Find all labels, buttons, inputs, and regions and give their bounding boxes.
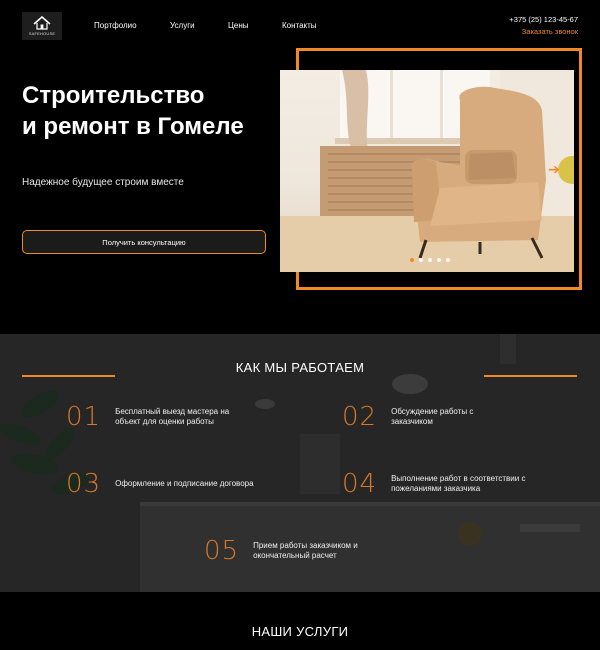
slider-dot[interactable] — [446, 258, 450, 262]
step-item: 05 Прием работы заказчиком и окончательн… — [204, 538, 404, 564]
slider-dot[interactable] — [410, 258, 414, 262]
phone-number[interactable]: +375 (25) 123-45-67 — [509, 15, 578, 24]
services-title: НАШИ УСЛУГИ — [251, 624, 349, 639]
step-number: 05 — [204, 536, 240, 566]
hero-title: Строительство и ремонт в Гомеле — [22, 80, 282, 142]
logo-text: SAFEHOUSE — [28, 31, 56, 36]
step-text: Бесплатный выезд мастера на объект для о… — [115, 407, 230, 426]
step-number: 01 — [66, 402, 102, 432]
callback-link[interactable]: Заказать звонок — [522, 27, 578, 36]
nav-item-prices[interactable]: Цены — [228, 21, 249, 30]
title-divider-right — [484, 375, 577, 377]
slider-dot[interactable] — [437, 258, 441, 262]
services-section: НАШИ УСЛУГИ — [0, 592, 600, 650]
step-item: 04 Выполнение работ в соответствии с пож… — [342, 471, 562, 497]
step-number: 04 — [342, 469, 378, 499]
hero-title-line1: Строительство — [22, 82, 205, 109]
house-icon — [33, 16, 51, 30]
nav-item-portfolio[interactable]: Портфолио — [94, 21, 137, 30]
step-item: 02 Обсуждение работы с заказчиком — [342, 404, 542, 430]
step-item: 03 Оформление и подписание договора — [66, 471, 276, 497]
step-number: 03 — [66, 469, 102, 499]
how-we-work-title: КАК МЫ РАБОТАЕМ — [235, 360, 365, 375]
hero-subtitle: Надежное будущее строим вместе — [22, 177, 184, 188]
step-text: Оформление и подписание договора — [115, 479, 254, 488]
nav-item-services[interactable]: Услуги — [170, 21, 195, 30]
step-item: 01 Бесплатный выезд мастера на объект дл… — [66, 404, 276, 430]
nav-item-contacts[interactable]: Контакты — [282, 21, 317, 30]
logo[interactable]: SAFEHOUSE — [22, 12, 62, 40]
how-we-work-section: КАК МЫ РАБОТАЕМ 01 Бесплатный выезд маст… — [0, 334, 600, 592]
step-text: Прием работы заказчиком и окончательный … — [253, 541, 358, 560]
title-divider-left — [22, 375, 115, 377]
step-text: Выполнение работ в соответствии с пожела… — [391, 474, 526, 493]
slider-dots — [410, 258, 450, 262]
hero-photo — [280, 70, 574, 272]
slider-next-arrow[interactable]: ➔ — [548, 162, 560, 176]
slider-dot[interactable] — [428, 258, 432, 262]
step-number: 02 — [342, 402, 378, 432]
slider-dot[interactable] — [419, 258, 423, 262]
site-header: SAFEHOUSE Портфолио Услуги Цены Контакты… — [0, 0, 600, 52]
hero-title-line2: и ремонт в Гомеле — [22, 113, 244, 140]
step-text: Обсуждение работы с заказчиком — [391, 407, 474, 426]
get-consultation-button[interactable]: Получить консультацию — [22, 230, 266, 254]
